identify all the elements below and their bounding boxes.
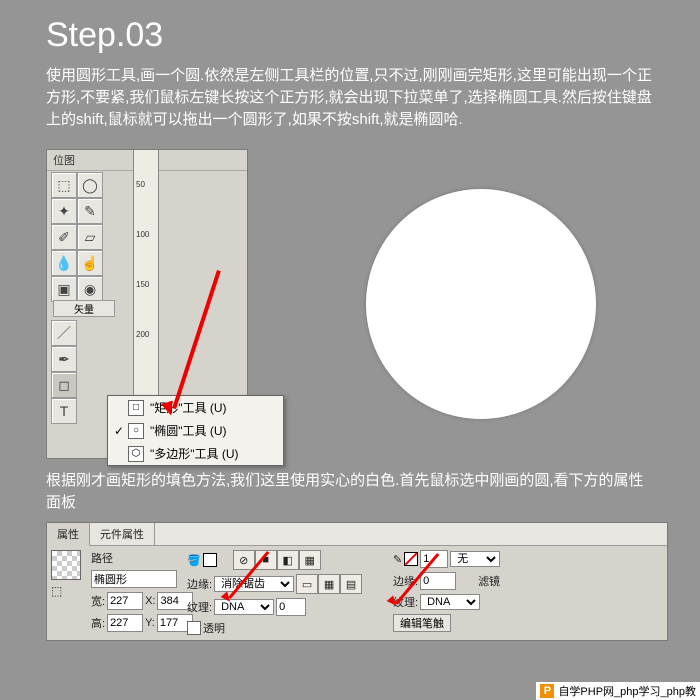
watermark: P 自学PHP网_php学习_php教 — [536, 682, 700, 700]
text-tool[interactable]: T — [51, 398, 77, 424]
stroke-edge-amt[interactable] — [420, 572, 456, 590]
intro-text: 使用圆形工具,画一个圆.依然是左侧工具栏的位置,只不过,刚刚画完矩形,这里可能出… — [46, 65, 654, 131]
flyout-ellipse[interactable]: ✓ ○ "椭圆"工具 (U) — [108, 419, 283, 442]
logo-icon: P — [540, 684, 554, 698]
polygon-icon: ⬡ — [128, 446, 144, 462]
bitmap-tools: ⬚ ◯ ✦ ✎ ✐ ▱ 💧 ☝ ▣ ◉ — [51, 172, 123, 302]
bucket-icon[interactable]: 🪣 — [187, 554, 201, 567]
ruler: 50 100 150 200 — [133, 150, 159, 410]
width-input[interactable] — [107, 592, 143, 610]
shape-tool[interactable]: ◻ — [51, 372, 77, 398]
pen-tool[interactable]: ✒ — [51, 346, 77, 372]
lock-icon[interactable]: ⬚ — [51, 584, 85, 598]
stroke-style[interactable]: 无 — [450, 551, 500, 567]
transparent-checkbox[interactable] — [187, 621, 201, 635]
mid-text: 根据刚才画矩形的填色方法,我们这里使用实心的白色.首先鼠标选中刚画的圆,看下方的… — [46, 470, 654, 514]
flyout-rect[interactable]: □ "矩形"工具 (U) — [108, 396, 283, 419]
texture-amt[interactable] — [276, 598, 306, 616]
redeye-tool[interactable]: ◉ — [77, 276, 103, 302]
fill-pattern[interactable]: ▦ — [299, 550, 321, 570]
stroke-texture-select[interactable]: DNA — [420, 594, 480, 610]
opt2[interactable]: ▦ — [318, 574, 340, 594]
smudge-tool[interactable]: ☝ — [77, 250, 103, 276]
flyout-polygon[interactable]: ⬡ "多边形"工具 (U) — [108, 442, 283, 465]
opt3[interactable]: ▤ — [340, 574, 362, 594]
blur-tool[interactable]: 💧 — [51, 250, 77, 276]
stamp-tool[interactable]: ▣ — [51, 276, 77, 302]
tab-properties[interactable]: 属性 — [47, 523, 90, 546]
ellipse-icon: ○ — [128, 423, 144, 439]
rect-icon: □ — [128, 400, 144, 416]
vector-section-label: 矢量 — [53, 300, 115, 317]
shape-flyout-menu: □ "矩形"工具 (U) ✓ ○ "椭圆"工具 (U) ⬡ "多边形"工具 (U… — [107, 395, 284, 466]
lasso-tool[interactable]: ◯ — [77, 172, 103, 198]
edit-stroke-button[interactable]: 编辑笔触 — [393, 614, 451, 632]
height-input[interactable] — [107, 614, 143, 632]
fill-type-group: ⊘ ■ ◧ ▦ — [233, 550, 321, 570]
path-label: 路径 — [91, 550, 113, 566]
pencil-tool[interactable]: ✐ — [51, 224, 77, 250]
drawn-circle — [366, 189, 596, 419]
brush-tool[interactable]: ✎ — [77, 198, 103, 224]
marquee-tool[interactable]: ⬚ — [51, 172, 77, 198]
edge-select[interactable]: 消除锯齿 — [214, 576, 294, 592]
texture-select[interactable]: DNA — [214, 599, 274, 615]
step-title: Step.03 — [46, 16, 700, 55]
toolbox-panel: 位图 ⬚ ◯ ✦ ✎ ✐ ▱ 💧 ☝ ▣ ◉ 矢量 — [46, 149, 248, 459]
preview-swatch — [51, 550, 81, 580]
flyout-label: "多边形"工具 (U) — [150, 445, 239, 462]
stroke-color-swatch[interactable] — [404, 552, 418, 566]
illustration-stage: 位图 ⬚ ◯ ✦ ✎ ✐ ▱ 💧 ☝ ▣ ◉ 矢量 — [46, 149, 700, 464]
watermark-text: 自学PHP网_php学习_php教 — [558, 683, 696, 699]
opt1[interactable]: ▭ — [296, 574, 318, 594]
tabs: 属性 元件属性 — [47, 523, 667, 546]
annotation-arrow — [172, 270, 221, 409]
fill-none[interactable]: ⊘ — [233, 550, 255, 570]
fill-color-swatch[interactable] — [203, 553, 217, 567]
line-tool[interactable]: ／ — [51, 320, 77, 346]
check-icon: ✓ — [114, 424, 128, 438]
properties-panel: 属性 元件属性 ⬚ 路径 宽:X: 高:Y: 🪣 ⊘ ■ ◧ ▦ — [46, 522, 668, 641]
tab-symbol[interactable]: 元件属性 — [90, 523, 155, 545]
stroke-icon[interactable]: ✎ — [393, 553, 402, 566]
shape-name-input[interactable] — [91, 570, 177, 588]
eraser-tool[interactable]: ▱ — [77, 224, 103, 250]
magic-wand-tool[interactable]: ✦ — [51, 198, 77, 224]
fill-gradient[interactable]: ◧ — [277, 550, 299, 570]
flyout-label: "椭圆"工具 (U) — [150, 422, 227, 439]
